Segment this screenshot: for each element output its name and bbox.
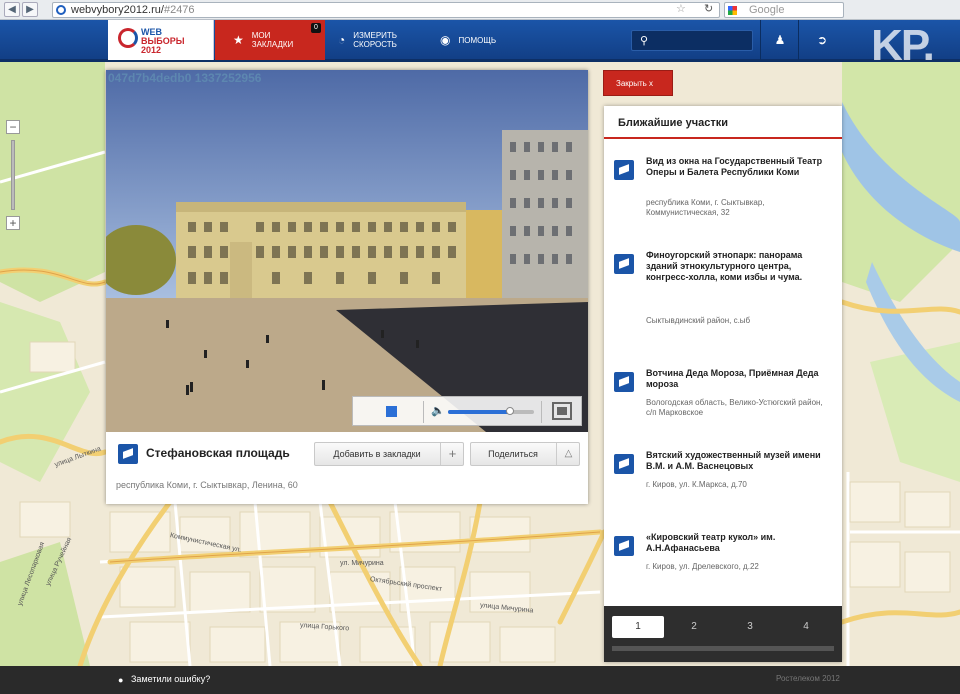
nearby-item-address: Вологодская область, Велико-Устюгский ра…: [646, 398, 823, 417]
plus-icon: +: [440, 443, 464, 465]
share-button[interactable]: Поделиться △: [470, 442, 580, 466]
logo-swoosh-icon: [118, 28, 138, 48]
search-icon: ⚲: [640, 35, 649, 47]
nearby-item-address: республика Коми, г. Сыктывкар, Коммунист…: [646, 198, 765, 217]
camera-card: 🔈 Стефановская площадь Добавить в заклад…: [106, 70, 588, 504]
nearby-title-rule: [604, 137, 842, 139]
browser-toolbar: ◀ ▶ webvybory2012.ru/#2476 ☆ ↻ Google: [0, 0, 960, 20]
footer-copyright: Ростелеком 2012: [776, 674, 840, 683]
nearby-item-title[interactable]: Вотчина Деда Мороза, Приёмная Деда мороз…: [646, 368, 826, 390]
controls-divider: [423, 401, 424, 423]
close-button[interactable]: Закрыть x: [603, 70, 673, 96]
header-divider: [760, 20, 761, 60]
measure-speed-label: ИЗМЕРИТЬ СКОРОСТЬ: [353, 31, 398, 49]
zoom-slider[interactable]: [11, 140, 15, 210]
page-4-button[interactable]: 4: [780, 616, 832, 638]
map-zoom-control: − +: [6, 120, 20, 232]
site-favicon-icon: [56, 5, 66, 15]
camera-icon: [614, 454, 634, 474]
volume-icon[interactable]: 🔈: [431, 404, 445, 417]
forward-icon[interactable]: ▶: [22, 2, 38, 17]
controls-divider: [541, 401, 542, 423]
back-icon[interactable]: ◀: [4, 2, 20, 17]
zoom-in-icon[interactable]: +: [6, 216, 20, 230]
address-bar[interactable]: webvybory2012.ru/#2476: [52, 2, 720, 18]
speedometer-icon: ◔: [338, 32, 346, 47]
browser-search-placeholder: Google: [749, 4, 785, 16]
help-icon: ◉: [440, 32, 451, 47]
page-3-button[interactable]: 3: [724, 616, 776, 638]
logout-icon[interactable]: ➲: [812, 30, 832, 50]
nearby-item-title[interactable]: Финоугорский этнопарк: панорама зданий э…: [646, 250, 826, 283]
nearby-item-title[interactable]: Вятский художественный музей имени В.М. …: [646, 450, 826, 472]
nearby-item-address: г. Киров, ул. К.Маркса, д.70: [646, 480, 747, 489]
help-button[interactable]: ◉ ПОМОЩЬ: [432, 20, 514, 60]
site-search-input[interactable]: ⚲: [631, 30, 753, 51]
nearby-item-address: Сыктывдинский район, с.ыб: [646, 316, 751, 325]
report-error-link[interactable]: Заметили ошибку?: [131, 674, 210, 684]
my-bookmarks-button[interactable]: ★ МОИ ЗАКЛАДКИ 0: [215, 20, 325, 60]
camera-icon: [614, 160, 634, 180]
camera-id-overlay: 047d7b4dedb0 1337252956: [108, 71, 262, 85]
camera-icon: [614, 536, 634, 556]
nearby-title: Ближайшие участки: [618, 117, 728, 129]
star-icon: ★: [233, 32, 244, 47]
logo-text: WEB ВЫБОРЫ 2012: [141, 27, 185, 55]
pagination-scrollbar[interactable]: [612, 646, 834, 651]
player-controls: 🔈: [352, 396, 582, 426]
camera-icon: [614, 372, 634, 392]
add-bookmark-button[interactable]: Добавить в закладки +: [314, 442, 464, 466]
help-label: ПОМОЩЬ: [458, 35, 497, 45]
nearby-item-title[interactable]: Вид из окна на Государственный Театр Опе…: [646, 156, 826, 178]
share-icon: △: [556, 443, 580, 465]
nearby-item-title[interactable]: «Кировский театр кукол» им. А.Н.Афанасье…: [646, 532, 826, 554]
camera-video[interactable]: 🔈: [106, 70, 588, 432]
nearby-item-address: г. Киров, ул. Дрелевского, д.22: [646, 562, 759, 571]
browser-nav: ◀ ▶: [4, 2, 38, 17]
fullscreen-icon[interactable]: [552, 402, 572, 420]
browser-search-field[interactable]: Google: [724, 2, 844, 18]
site-logo[interactable]: WEB ВЫБОРЫ 2012: [108, 20, 214, 60]
volume-slider-fill: [448, 410, 510, 414]
page-2-button[interactable]: 2: [668, 616, 720, 638]
camera-title: Стефановская площадь: [146, 446, 290, 460]
volume-slider-knob[interactable]: [505, 407, 514, 415]
bookmark-star-icon[interactable]: ☆: [676, 2, 686, 15]
reload-icon[interactable]: ↻: [704, 2, 713, 15]
camera-icon: [614, 254, 634, 274]
stop-icon[interactable]: [386, 406, 397, 417]
pagination: 1 2 3 4: [604, 606, 842, 662]
share-label: Поделиться: [488, 449, 538, 459]
bookmarks-count-badge: 0: [311, 23, 321, 33]
page-1-button[interactable]: 1: [612, 616, 664, 638]
google-icon: [728, 6, 737, 15]
video-frame: [106, 70, 588, 432]
zoom-out-icon[interactable]: −: [6, 120, 20, 134]
url-text: webvybory2012.ru/#2476: [71, 4, 195, 16]
camera-address: республика Коми, г. Сыктывкар, Ленина, 6…: [116, 480, 298, 490]
header-divider: [798, 20, 799, 60]
speech-bubble-icon: ●: [118, 675, 124, 685]
volume-slider[interactable]: [448, 407, 534, 415]
camera-icon: [118, 444, 138, 464]
add-bookmark-label: Добавить в закладки: [333, 449, 421, 459]
user-icon[interactable]: ♟: [770, 30, 790, 50]
street-label: ул. Мичурина: [340, 560, 384, 567]
footer: ● Заметили ошибку? Ростелеком 2012: [0, 666, 960, 694]
nearby-stations-panel: Ближайшие участки Вид из окна на Государ…: [604, 106, 842, 662]
site-header: WEB ВЫБОРЫ 2012 ★ МОИ ЗАКЛАДКИ 0 ◔ ИЗМЕРИТЬ…: [0, 20, 960, 108]
my-bookmarks-label: МОИ ЗАКЛАДКИ: [251, 31, 294, 49]
measure-speed-button[interactable]: ◔ ИЗМЕРИТЬ СКОРОСТЬ: [330, 20, 426, 60]
